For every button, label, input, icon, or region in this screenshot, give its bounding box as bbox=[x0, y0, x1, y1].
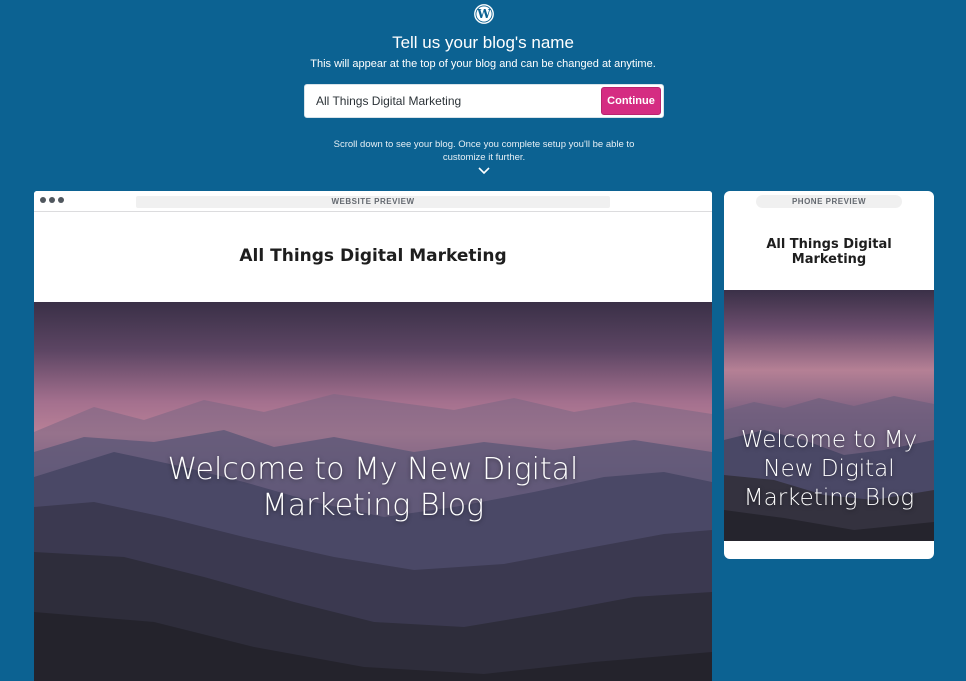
blog-name-form: Continue bbox=[304, 84, 664, 118]
wordpress-logo-icon: W bbox=[474, 4, 494, 24]
phone-hero-heading: Welcome to My New Digital Marketing Blog bbox=[740, 427, 918, 511]
phone-preview-label: PHONE PREVIEW bbox=[756, 195, 902, 208]
website-preview-label: WEBSITE PREVIEW bbox=[136, 196, 610, 208]
site-title: All Things Digital Marketing bbox=[239, 246, 507, 266]
page-title: Tell us your blog's name bbox=[392, 33, 574, 52]
hero-image: Welcome to My New Digital Marketing Blog bbox=[34, 302, 712, 681]
website-preview: WEBSITE PREVIEW All Things Digital Marke… bbox=[34, 191, 712, 681]
phone-preview: PHONE PREVIEW All Things Digital Marketi… bbox=[724, 191, 934, 559]
chevron-down-icon[interactable] bbox=[477, 166, 491, 176]
hero-heading: Welcome to My New Digital Marketing Blog bbox=[167, 452, 579, 523]
page-subtitle: This will appear at the top of your blog… bbox=[310, 58, 656, 70]
continue-button[interactable]: Continue bbox=[601, 87, 661, 115]
svg-text:W: W bbox=[476, 7, 491, 21]
window-dot bbox=[40, 197, 46, 203]
onboarding-page: W Tell us your blog's name This will app… bbox=[0, 0, 966, 681]
window-dot bbox=[49, 197, 55, 203]
scroll-hint: Scroll down to see your blog. Once you c… bbox=[333, 139, 635, 163]
window-dot bbox=[58, 197, 64, 203]
blog-name-input[interactable] bbox=[305, 85, 601, 117]
phone-hero-image: Welcome to My New Digital Marketing Blog bbox=[724, 290, 934, 541]
phone-site-title: All Things Digital Marketing bbox=[766, 237, 892, 267]
window-dots bbox=[40, 197, 64, 203]
browser-bar: WEBSITE PREVIEW bbox=[34, 191, 712, 212]
